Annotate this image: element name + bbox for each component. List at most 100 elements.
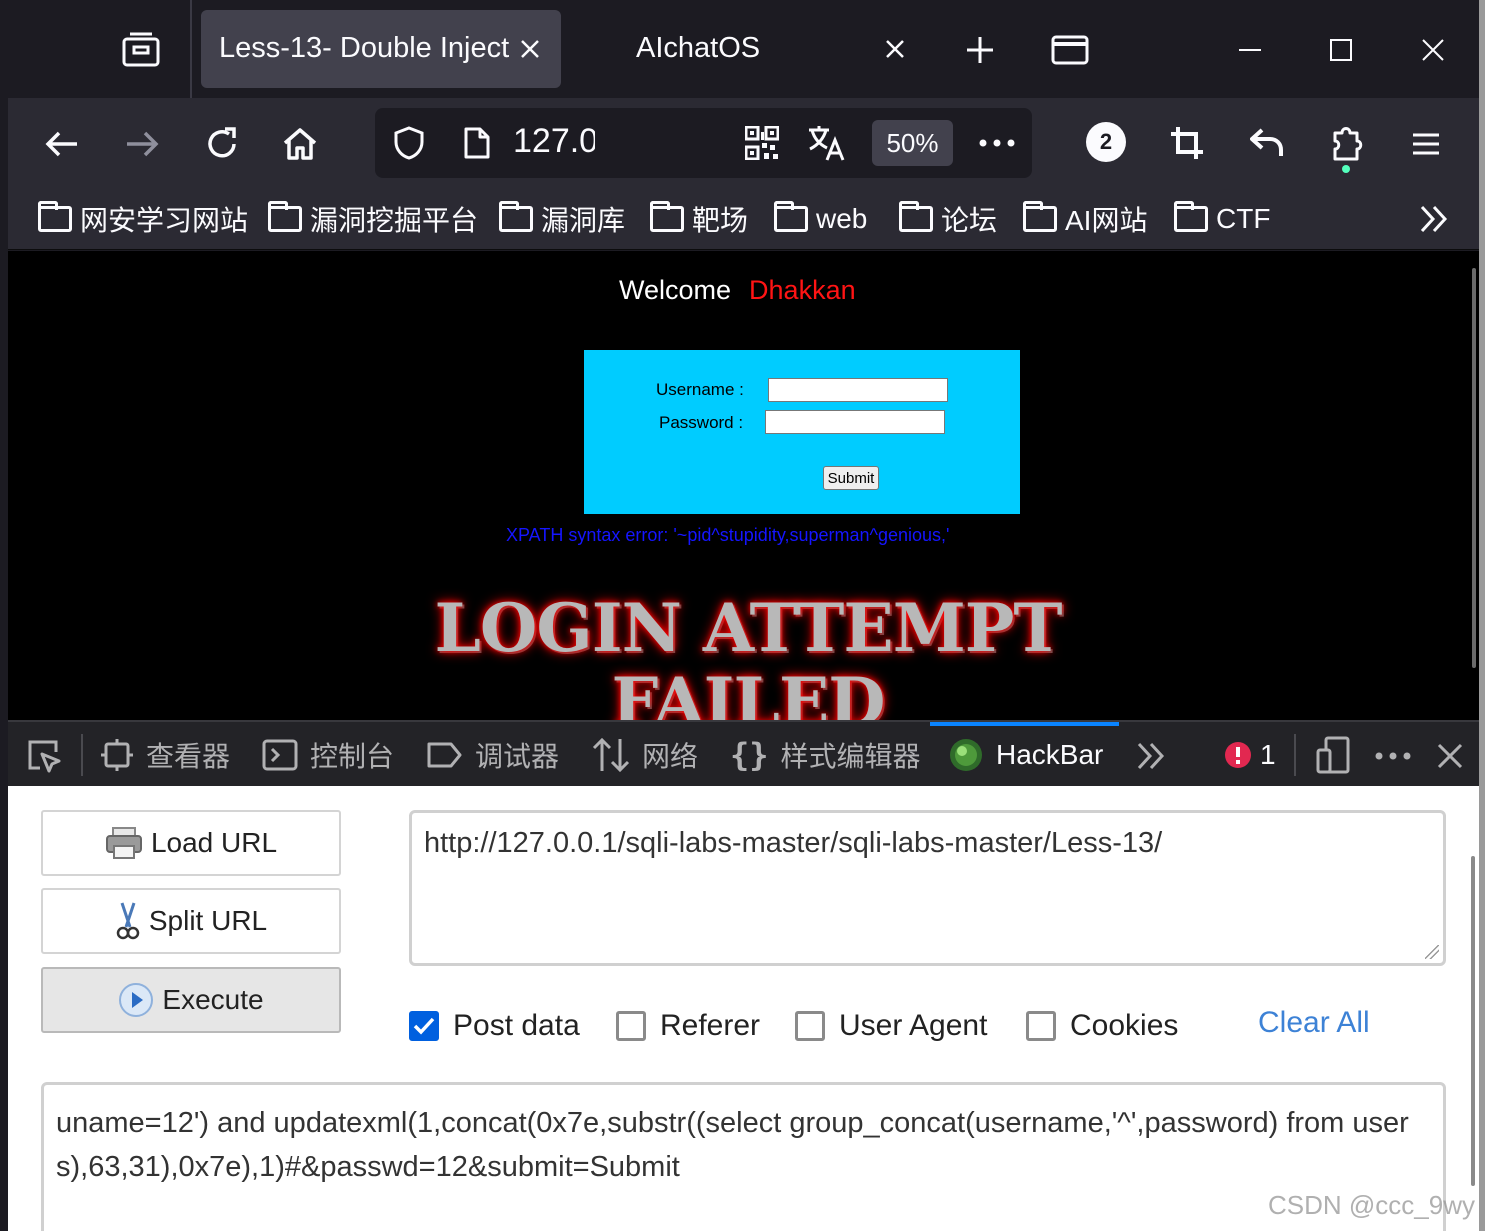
folder-icon [268,201,302,232]
welcome-line: Welcome Dhakkan [619,275,856,306]
navigation-bar: 127.0.0.1/sqli-l 50% 2 [8,98,1479,188]
extension-badge-icon[interactable]: 2 [1086,122,1126,162]
tab-inspector[interactable]: 查看器 [100,735,230,775]
reload-icon[interactable] [200,122,244,166]
inspector-icon [101,739,133,771]
tab-debugger[interactable]: 调试器 [427,735,559,775]
page-info-icon[interactable] [461,125,493,161]
zoom-level-button[interactable]: 50% [872,120,953,166]
bookmark-folder[interactable]: 靶场 [650,200,748,238]
element-picker-icon[interactable] [24,736,64,776]
username-field[interactable] [768,378,948,402]
active-tab-indicator [930,722,1119,726]
devtools-options-icon[interactable] [1372,738,1414,774]
welcome-text: Welcome [619,275,732,305]
user-agent-checkbox[interactable]: User Agent [795,1006,987,1046]
close-tab-icon[interactable] [513,32,547,66]
shield-icon[interactable] [391,125,427,161]
window-edge [1479,0,1485,1231]
extensions-icon[interactable] [1326,120,1368,166]
password-field[interactable] [765,410,945,434]
url-textarea[interactable]: http://127.0.0.1/sqli-labs-master/sqli-l… [409,810,1446,966]
bookmark-folder[interactable]: AI网站 [1023,200,1147,238]
bookmarks-toolbar: 网安学习网站 漏洞挖掘平台 漏洞库 靶场 web 论坛 AI网站 CTF [8,188,1479,250]
more-tabs-icon[interactable] [1132,736,1170,776]
tab-style-editor[interactable]: {} 样式编辑器 [730,735,921,775]
maximize-icon[interactable] [1321,30,1361,70]
checkbox-icon [616,1011,646,1041]
checkbox-icon [1026,1011,1056,1041]
bookmark-folder[interactable]: web [774,200,867,238]
bookmark-folder[interactable]: 漏洞挖掘平台 [268,200,478,238]
load-url-label: Load URL [150,827,278,858]
option-label: Cookies [1070,1009,1179,1042]
bookmark-label: CTF [1216,203,1271,234]
close-tab-icon[interactable] [878,32,912,66]
post-data-textarea[interactable]: uname=12') and updatexml(1,concat(0x7e,s… [41,1082,1446,1231]
bookmark-folder[interactable]: 网安学习网站 [38,200,248,238]
clear-all-link[interactable]: Clear All [1258,1006,1370,1040]
network-icon [592,737,630,773]
crop-screenshot-icon[interactable] [1166,122,1208,164]
back-icon[interactable] [40,122,84,166]
page-scrollbar[interactable] [1472,268,1476,668]
hackbar-scrollbar[interactable] [1471,856,1475,1186]
forward-icon[interactable] [120,122,164,166]
responsive-design-icon[interactable] [1312,734,1354,776]
referer-checkbox[interactable]: Referer [616,1006,760,1046]
qr-code-icon[interactable] [743,124,781,162]
close-window-icon[interactable] [1413,30,1453,70]
error-count[interactable]: 1 [1224,735,1276,775]
cookies-checkbox[interactable]: Cookies [1026,1006,1178,1046]
url-text[interactable]: 127.0.0.1/sqli-l [513,122,595,161]
menu-icon[interactable] [1406,124,1446,164]
folder-icon [1023,201,1057,232]
tab-list-icon[interactable] [1048,30,1092,70]
tab-second-title[interactable]: AIchatOS [636,32,796,65]
browser-window: Less-13- Double Injecti AIchatOS 127.0 5… [8,0,1479,1231]
checkbox-icon [795,1011,825,1041]
load-url-button[interactable]: Load URL [41,810,341,876]
split-url-label: Split URL [148,905,268,936]
extension-status-dot [1342,165,1350,173]
chevron-double-right-icon[interactable] [1416,200,1452,238]
split-url-button[interactable]: Split URL [41,888,341,954]
resize-handle-icon[interactable] [1425,945,1439,959]
bookmark-folder[interactable]: CTF [1174,200,1270,238]
more-actions-icon[interactable] [975,126,1019,160]
submit-button[interactable]: Submit [823,466,879,490]
tab-hackbar[interactable]: HackBar [948,735,1103,775]
tab-label: 样式编辑器 [780,741,921,772]
undo-icon[interactable] [1246,122,1288,164]
tab-active[interactable]: Less-13- Double Injecti [201,10,561,88]
bookmark-label: AI网站 [1065,205,1148,236]
minimize-icon[interactable] [1230,30,1270,70]
option-label: User Agent [839,1009,988,1042]
close-devtools-icon[interactable] [1430,736,1470,776]
home-icon[interactable] [278,122,322,166]
bookmark-folder[interactable]: 漏洞库 [499,200,625,238]
option-label: Referer [660,1009,761,1042]
bookmark-label: 靶场 [692,205,749,236]
toolbar-separator [1294,734,1296,776]
printer-icon [105,827,142,859]
post-data-value: uname=12') and updatexml(1,concat(0x7e,s… [56,1107,1409,1183]
tab-console[interactable]: 控制台 [262,735,394,775]
bookmark-folder[interactable]: 论坛 [899,200,997,238]
address-bar[interactable]: 127.0.0.1/sqli-l 50% [375,108,1032,178]
username-label: Username : [656,380,744,399]
post-data-checkbox[interactable]: Post data [409,1006,580,1046]
tab-network[interactable]: 网络 [592,735,698,775]
bookmark-label: 论坛 [941,205,998,236]
tab-label: HackBar [996,739,1104,770]
welcome-name: Dhakkan [749,275,856,305]
folder-icon [38,201,72,232]
tab-manager-icon[interactable] [118,26,164,72]
bookmark-label: web [816,203,868,234]
new-tab-icon[interactable] [960,30,1000,70]
xpath-error-message: XPATH syntax error: '~pid^stupidity,supe… [506,525,950,545]
scissors-icon [116,902,140,940]
debugger-icon [427,742,462,768]
execute-button[interactable]: Execute [41,967,341,1033]
translate-icon[interactable] [805,122,849,164]
